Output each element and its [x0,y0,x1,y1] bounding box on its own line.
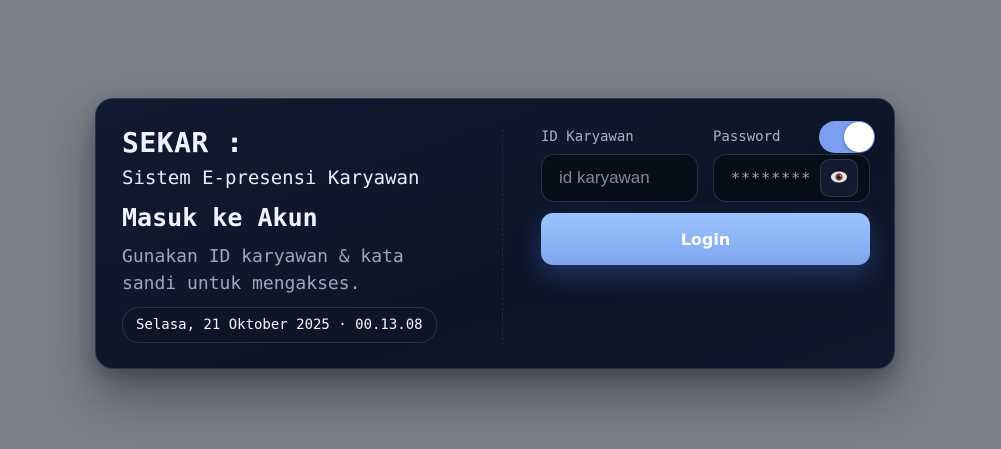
employee-id-label: ID Karyawan [541,129,634,145]
login-card: SEKAR : Sistem E-presensi Karyawan Masuk… [95,98,895,369]
toggle-knob [844,122,874,152]
page-title: Masuk ke Akun [122,203,318,232]
theme-toggle[interactable] [819,121,875,153]
brand-subtitle: Sistem E-presensi Karyawan [122,167,420,189]
eye-icon [830,169,848,188]
page-description: Gunakan ID karyawan & kata sandi untuk m… [122,246,404,294]
password-label: Password [713,129,781,145]
employee-id-input[interactable] [541,154,698,202]
brand-title: SEKAR : [122,126,244,159]
eye-icon-svg [831,171,847,182]
brand-panel: SEKAR : Sistem E-presensi Karyawan Masuk… [122,125,482,343]
datetime-badge: Selasa, 21 Oktober 2025 · 00.13.08 [122,307,437,343]
login-button[interactable]: Login [541,213,870,265]
show-password-button[interactable] [820,159,858,197]
panel-divider [502,129,503,345]
